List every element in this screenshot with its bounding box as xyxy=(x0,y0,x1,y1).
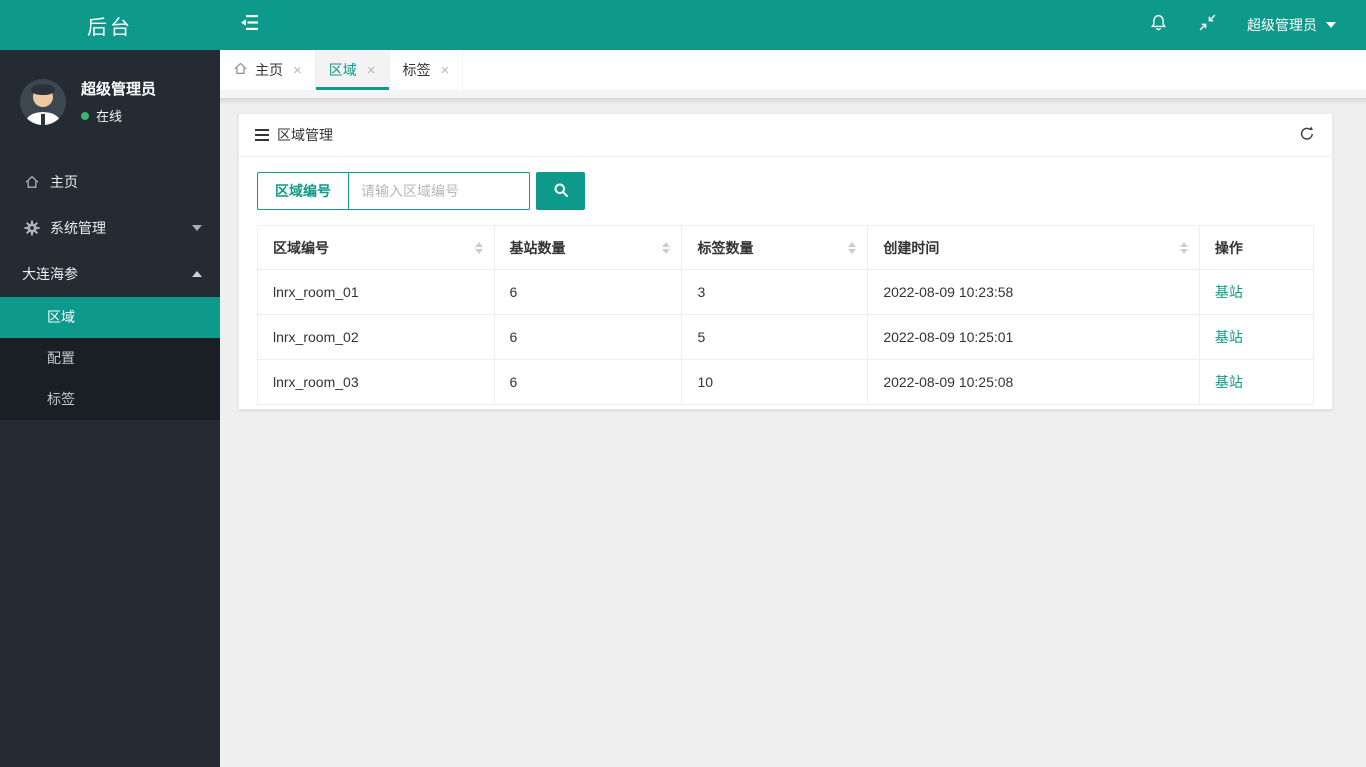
sidebar-submenu: 区域 配置 标签 xyxy=(0,297,220,420)
sidebar-item-label: 区域 xyxy=(47,309,75,325)
panel-header: 区域管理 xyxy=(239,114,1332,157)
exit-fullscreen-button[interactable] xyxy=(1198,13,1217,37)
sidebar-item-dalian[interactable]: 大连海参 xyxy=(0,251,220,297)
tab-area[interactable]: 区域 × xyxy=(315,50,390,90)
tab-label: 区域 xyxy=(328,62,357,78)
column-header: 标签数量 xyxy=(681,225,869,270)
column-header: 创建时间 xyxy=(867,225,1200,270)
chevron-down-icon xyxy=(1326,22,1336,28)
chevron-down-icon xyxy=(192,225,202,231)
area-management-panel: 区域管理 区域编号 请输入区域编号 区域编号 基站数量 标签数量 创建时间 操作… xyxy=(238,113,1333,410)
sort-icon[interactable] xyxy=(662,241,671,254)
user-dropdown[interactable]: 超级管理员 xyxy=(1247,15,1336,35)
column-header: 操作 xyxy=(1198,225,1315,270)
tab-tags[interactable]: 标签 × xyxy=(389,50,464,90)
tab-label: 标签 xyxy=(402,62,431,78)
search-icon xyxy=(553,182,569,201)
sidebar-item-home[interactable]: 主页 xyxy=(0,159,220,205)
home-icon xyxy=(233,61,248,79)
online-dot-icon xyxy=(81,111,89,120)
panel-title: 区域管理 xyxy=(277,127,333,143)
user-status: 在线 xyxy=(81,106,156,125)
sort-icon[interactable] xyxy=(474,241,483,254)
sidebar-menu: 主页 系统管理 大连海参 区域 配置 标签 xyxy=(0,159,220,420)
sidebar-item-label: 主页 xyxy=(50,174,78,190)
table-row: lnrx_room_01 6 3 2022-08-09 10:23:58 基站 xyxy=(257,269,1315,315)
chevron-up-icon xyxy=(192,271,202,277)
sidebar-item-label: 配置 xyxy=(47,350,75,366)
search-bar: 区域编号 xyxy=(257,172,1314,210)
cell-tag-count: 10 xyxy=(681,359,869,405)
cell-area-id: lnrx_room_03 xyxy=(257,359,495,405)
sidebar: 超级管理员 在线 主页 系统管理 大连海参 区域 配置 标签 xyxy=(0,50,220,767)
sidebar-user-panel: 超级管理员 在线 xyxy=(0,50,220,125)
cell-created-time: 2022-08-09 10:25:01 xyxy=(867,314,1200,360)
cell-station-count: 6 xyxy=(493,359,683,405)
sidebar-item-config[interactable]: 配置 xyxy=(0,338,220,379)
tabbar-gap xyxy=(220,90,1366,98)
app-logo: 后台 xyxy=(87,16,133,39)
gear-icon xyxy=(24,220,41,236)
close-icon[interactable]: × xyxy=(441,63,450,78)
content: 区域管理 区域编号 请输入区域编号 区域编号 基站数量 标签数量 创建时间 操作… xyxy=(220,104,1366,410)
sidebar-username: 超级管理员 xyxy=(81,81,157,98)
column-header: 区域编号 xyxy=(257,225,495,270)
main-area: 主页 × 区域 × 标签 × 区域管理 区域编号 请输入区域编号 区域编号 基站… xyxy=(220,50,1366,767)
cell-created-time: 2022-08-09 10:23:58 xyxy=(867,269,1200,315)
topbar-username: 超级管理员 xyxy=(1247,17,1317,33)
cell-station-count: 6 xyxy=(493,269,683,315)
sidebar-item-label: 系统管理 xyxy=(50,220,106,236)
sidebar-item-area[interactable]: 区域 xyxy=(0,297,220,338)
sort-icon[interactable] xyxy=(848,241,857,254)
station-link[interactable]: 基站 xyxy=(1215,374,1243,390)
station-link[interactable]: 基站 xyxy=(1215,329,1243,345)
refresh-button[interactable] xyxy=(1298,125,1316,146)
table-row: lnrx_room_02 6 5 2022-08-09 10:25:01 基站 xyxy=(257,314,1315,360)
notifications-button[interactable] xyxy=(1149,13,1168,37)
cell-created-time: 2022-08-09 10:25:08 xyxy=(867,359,1200,405)
search-input[interactable] xyxy=(349,172,530,210)
menu-fold-icon xyxy=(240,14,259,36)
table-header-row: 区域编号 基站数量 标签数量 创建时间 操作 xyxy=(257,225,1315,270)
topbar: 后台 超级管理员 xyxy=(0,0,1366,50)
sidebar-item-system[interactable]: 系统管理 xyxy=(0,205,220,251)
tab-label: 主页 xyxy=(255,62,283,78)
tab-home[interactable]: 主页 × xyxy=(220,50,316,90)
area-table: 区域编号 基站数量 标签数量 创建时间 操作 lnrx_room_01 6 3 … xyxy=(257,225,1315,405)
cell-tag-count: 5 xyxy=(681,314,869,360)
cell-area-id: lnrx_room_02 xyxy=(257,314,495,360)
sidebar-toggle-button[interactable] xyxy=(240,14,259,36)
bell-icon xyxy=(1149,13,1168,37)
close-icon[interactable]: × xyxy=(367,63,376,78)
column-header: 基站数量 xyxy=(493,225,683,270)
table-row: lnrx_room_03 6 10 2022-08-09 10:25:08 基站 xyxy=(257,359,1315,405)
cell-station-count: 6 xyxy=(493,314,683,360)
sidebar-item-label: 大连海参 xyxy=(22,266,78,282)
status-label: 在线 xyxy=(96,109,123,124)
refresh-icon xyxy=(1298,125,1316,146)
cell-area-id: lnrx_room_01 xyxy=(257,269,495,315)
search-button[interactable] xyxy=(536,172,585,210)
home-icon xyxy=(24,174,41,190)
panel-body: 区域编号 请输入区域编号 区域编号 基站数量 标签数量 创建时间 操作 lnrx… xyxy=(239,157,1332,409)
list-icon xyxy=(255,129,269,141)
sort-icon[interactable] xyxy=(1179,241,1188,254)
close-icon[interactable]: × xyxy=(293,63,302,78)
sidebar-item-label: 标签 xyxy=(47,391,75,407)
search-field-selector[interactable]: 区域编号 xyxy=(257,172,349,210)
station-link[interactable]: 基站 xyxy=(1215,284,1243,300)
cell-tag-count: 3 xyxy=(681,269,869,315)
avatar[interactable] xyxy=(20,78,66,125)
exit-fullscreen-icon xyxy=(1198,13,1217,37)
tabbar: 主页 × 区域 × 标签 × xyxy=(220,50,1366,90)
sidebar-item-tags[interactable]: 标签 xyxy=(0,379,220,420)
